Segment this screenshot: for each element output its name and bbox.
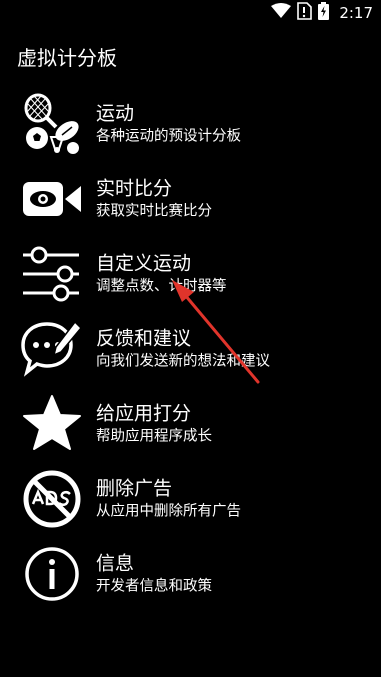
menu-item-title: 反馈和建议 xyxy=(96,327,192,349)
menu-item-title: 运动 xyxy=(96,102,135,124)
menu-item-remove-ads[interactable]: 删除广告 从应用中删除所有广告 xyxy=(0,461,381,536)
menu-item-title: 给应用打分 xyxy=(96,402,192,424)
sliders-icon xyxy=(21,243,83,305)
menu-item-subtitle: 各种运动的预设计分板 xyxy=(96,128,241,144)
no-ads-icon xyxy=(21,468,83,530)
menu-item-text: 信息 开发者信息和政策 xyxy=(96,550,212,597)
menu-item-live-scores[interactable]: 实时比分 获取实时比赛比分 xyxy=(0,161,381,236)
menu-item-subtitle: 获取实时比赛比分 xyxy=(96,203,212,219)
menu-item-text: 给应用打分 帮助应用程序成长 xyxy=(96,400,212,447)
menu-item-sports[interactable]: 运动 各种运动的预设计分板 xyxy=(0,86,381,161)
menu-item-title: 信息 xyxy=(96,552,135,574)
menu-item-info[interactable]: 信息 开发者信息和政策 xyxy=(0,536,381,611)
app-title: 虚拟计分板 xyxy=(17,45,117,70)
menu-item-custom-sport[interactable]: 自定义运动 调整点数、计时器等 xyxy=(0,236,381,311)
menu-item-feedback[interactable]: 反馈和建议 向我们发送新的想法和建议 xyxy=(0,311,381,386)
menu-item-subtitle: 开发者信息和政策 xyxy=(96,578,212,594)
menu-item-subtitle: 帮助应用程序成长 xyxy=(96,428,212,444)
no-sim-icon xyxy=(297,2,313,24)
menu-item-text: 删除广告 从应用中删除所有广告 xyxy=(96,475,241,522)
status-time: 2:17 xyxy=(339,4,373,22)
menu-item-subtitle: 调整点数、计时器等 xyxy=(96,278,227,294)
menu-item-title: 删除广告 xyxy=(96,477,173,499)
menu-item-title: 实时比分 xyxy=(96,177,173,199)
wifi-icon xyxy=(271,3,292,23)
info-icon xyxy=(21,543,83,605)
app-bar: 虚拟计分板 xyxy=(0,26,381,86)
menu-item-text: 运动 各种运动的预设计分板 xyxy=(96,100,241,147)
menu-item-rate-app[interactable]: 给应用打分 帮助应用程序成长 xyxy=(0,386,381,461)
status-bar: 2:17 xyxy=(0,0,381,26)
menu-item-text: 实时比分 获取实时比赛比分 xyxy=(96,175,212,222)
video-camera-icon xyxy=(21,168,83,230)
menu-list: 运动 各种运动的预设计分板 实时比分 获取实时比赛比分 自定义运动 调整点数、计… xyxy=(0,86,381,611)
chat-edit-icon xyxy=(21,318,83,380)
menu-item-subtitle: 从应用中删除所有广告 xyxy=(96,503,241,519)
menu-item-subtitle: 向我们发送新的想法和建议 xyxy=(96,353,270,369)
status-icons: 2:17 xyxy=(271,2,373,24)
menu-item-text: 反馈和建议 向我们发送新的想法和建议 xyxy=(96,325,270,372)
menu-item-title: 自定义运动 xyxy=(96,252,192,274)
menu-item-text: 自定义运动 调整点数、计时器等 xyxy=(96,250,227,297)
sports-balls-icon xyxy=(21,93,83,155)
battery-charging-icon xyxy=(318,2,330,24)
star-icon xyxy=(21,393,83,455)
